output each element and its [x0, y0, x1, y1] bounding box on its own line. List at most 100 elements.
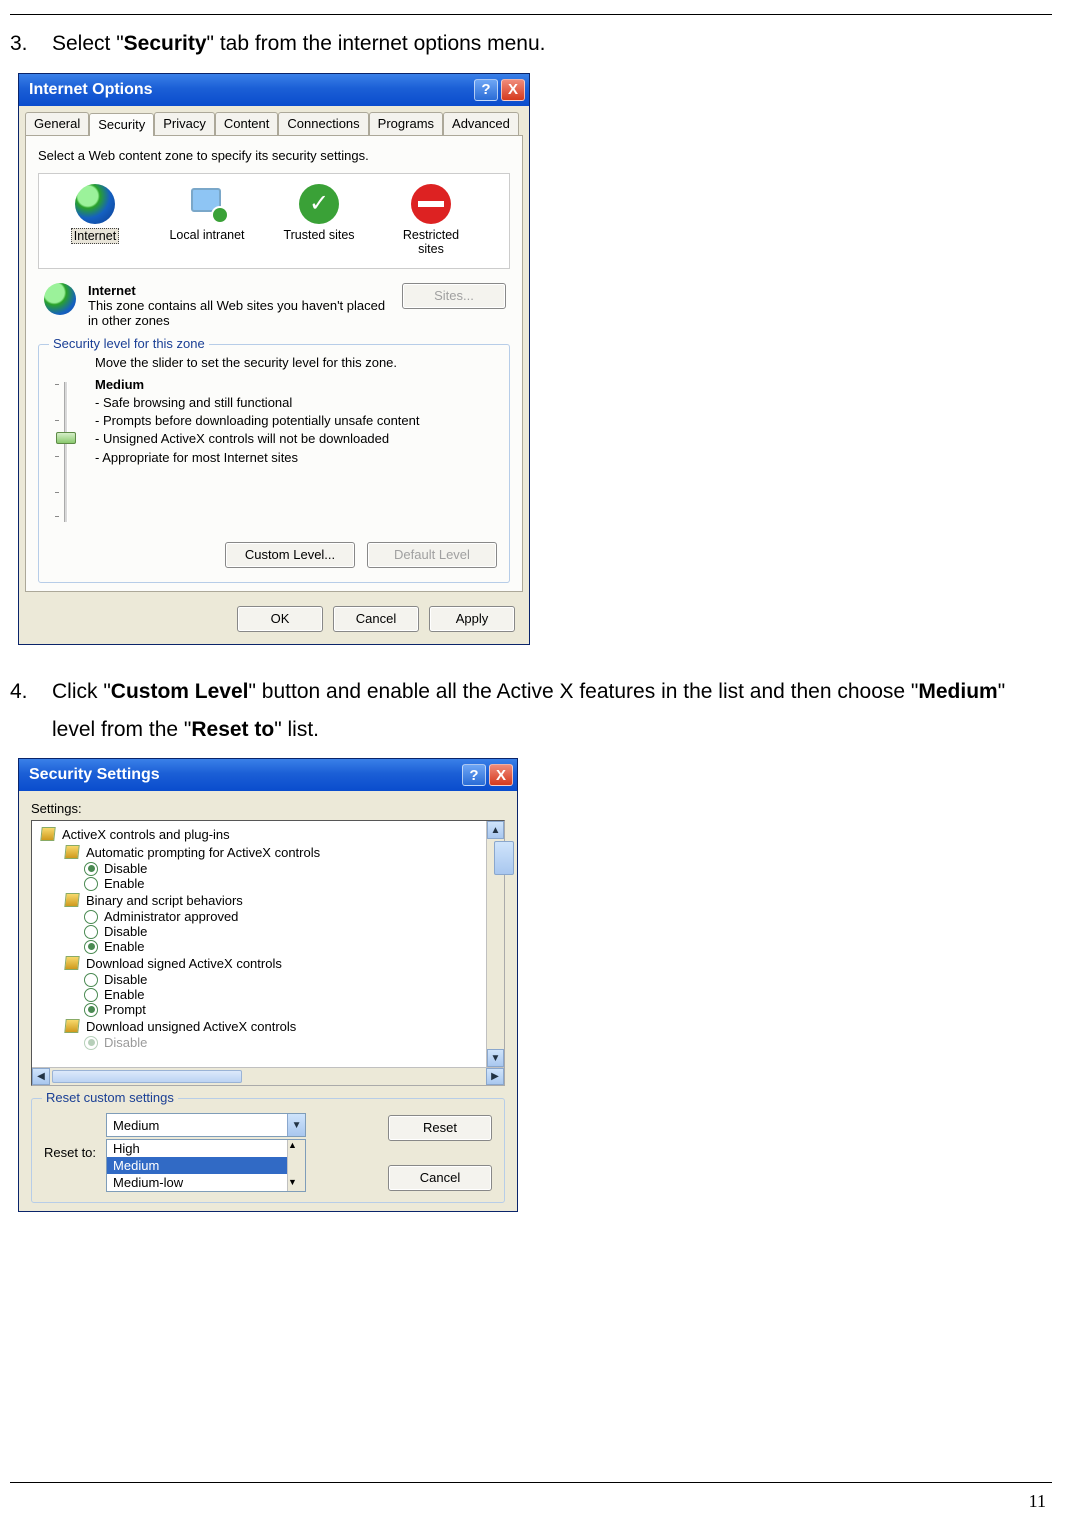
step-3-bold: Security	[124, 32, 207, 55]
sites-button[interactable]: Sites...	[402, 283, 506, 309]
tab-content[interactable]: Content	[215, 112, 279, 135]
tab-connections[interactable]: Connections	[278, 112, 368, 135]
opt-enable[interactable]: Enable	[38, 939, 502, 954]
internet-options-dialog: Internet Options ? X General Security Pr…	[18, 73, 530, 645]
s4-post: " list.	[274, 718, 319, 741]
zone-description: Internet This zone contains all Web site…	[38, 279, 510, 338]
help-button[interactable]: ?	[462, 764, 486, 786]
gear-icon	[64, 845, 79, 859]
zone-intranet-label: Local intranet	[167, 228, 246, 242]
opt-disable[interactable]: Disable	[38, 861, 502, 876]
security-panel: Select a Web content zone to specify its…	[25, 135, 523, 592]
step-3-pre: Select "	[52, 32, 124, 55]
step-3-post: " tab from the internet options menu.	[207, 32, 546, 55]
radio-icon	[84, 910, 98, 924]
opt-admin-approved[interactable]: Administrator approved	[38, 909, 502, 924]
scroll-thumb[interactable]	[494, 841, 514, 875]
step-4-number: 4.	[10, 673, 52, 749]
opt-disable[interactable]: Disable	[38, 924, 502, 939]
opt-disable[interactable]: Disable	[38, 972, 502, 987]
sub-download-unsigned: Download unsigned ActiveX controls	[38, 1017, 502, 1035]
scroll-down-icon[interactable]: ▼	[288, 1177, 305, 1191]
zone-restricted-label: Restricted sites	[389, 228, 473, 256]
scroll-up-icon[interactable]: ▲	[288, 1140, 305, 1154]
reset-to-dropdown[interactable]: High Medium Medium-low ▲ ▼	[106, 1139, 306, 1192]
custom-level-button[interactable]: Custom Level...	[225, 542, 355, 568]
gear-icon	[40, 827, 55, 841]
apply-button[interactable]: Apply	[429, 606, 515, 632]
gear-icon	[64, 956, 79, 970]
scroll-up-icon[interactable]: ▲	[487, 821, 504, 839]
group-legend: Security level for this zone	[49, 336, 209, 351]
level-name: Medium	[95, 376, 497, 394]
option-medium[interactable]: Medium	[107, 1157, 305, 1174]
close-button[interactable]: X	[489, 764, 513, 786]
titlebar[interactable]: Internet Options ? X	[19, 74, 529, 106]
tab-programs[interactable]: Programs	[369, 112, 443, 135]
cancel-button[interactable]: Cancel	[333, 606, 419, 632]
zone-instruction: Select a Web content zone to specify its…	[38, 148, 510, 163]
titlebar[interactable]: Security Settings ? X	[19, 759, 517, 791]
reset-to-value: Medium	[107, 1118, 287, 1133]
zone-desc-heading: Internet	[88, 283, 392, 298]
bullet-2: - Prompts before downloading potentially…	[95, 412, 497, 430]
zone-restricted-sites[interactable]: Restricted sites	[389, 184, 473, 256]
gear-icon	[64, 1019, 79, 1033]
dropdown-scrollbar[interactable]: ▲ ▼	[287, 1140, 305, 1191]
close-button[interactable]: X	[501, 79, 525, 101]
scroll-right-icon[interactable]: ▶	[486, 1068, 504, 1085]
chevron-down-icon[interactable]: ▼	[287, 1114, 305, 1136]
slider-hint: Move the slider to set the security leve…	[95, 355, 497, 370]
horizontal-scrollbar[interactable]: ◀ ▶	[32, 1067, 504, 1085]
tab-general[interactable]: General	[25, 112, 89, 135]
default-level-button[interactable]: Default Level	[367, 542, 497, 568]
option-high[interactable]: High	[107, 1140, 305, 1157]
help-button[interactable]: ?	[474, 79, 498, 101]
scroll-down-icon[interactable]: ▼	[487, 1049, 504, 1067]
bullet-1: - Safe browsing and still functional	[95, 394, 497, 412]
dialog-title: Internet Options	[29, 81, 153, 99]
zone-desc-text: This zone contains all Web sites you hav…	[88, 298, 392, 328]
tab-privacy[interactable]: Privacy	[154, 112, 215, 135]
no-entry-icon	[411, 184, 451, 224]
opt-disable-partial[interactable]: Disable	[38, 1035, 502, 1050]
dialog-buttons: OK Cancel Apply	[19, 598, 529, 644]
ok-button[interactable]: OK	[237, 606, 323, 632]
reset-legend: Reset custom settings	[42, 1090, 178, 1105]
settings-label: Settings:	[31, 801, 505, 816]
reset-to-combobox[interactable]: Medium ▼	[106, 1113, 306, 1137]
s4-bold2: Medium	[918, 680, 997, 703]
step-4-text: Click "Custom Level" button and enable a…	[52, 673, 1052, 749]
security-slider[interactable]	[51, 376, 81, 526]
tab-security[interactable]: Security	[89, 113, 154, 136]
scroll-left-icon[interactable]: ◀	[32, 1068, 50, 1085]
reset-button[interactable]: Reset	[388, 1115, 492, 1141]
check-icon: ✓	[299, 184, 339, 224]
s4-pre1: Click "	[52, 680, 111, 703]
option-medium-low[interactable]: Medium-low	[107, 1174, 305, 1191]
opt-prompt[interactable]: Prompt	[38, 1002, 502, 1017]
page-number: 11	[10, 1491, 1052, 1512]
scroll-thumb[interactable]	[52, 1070, 242, 1083]
zone-local-intranet[interactable]: Local intranet	[165, 184, 249, 256]
vertical-scrollbar[interactable]: ▲ ▼	[486, 821, 504, 1067]
opt-enable[interactable]: Enable	[38, 987, 502, 1002]
tab-advanced[interactable]: Advanced	[443, 112, 519, 135]
zone-trusted-sites[interactable]: ✓ Trusted sites	[277, 184, 361, 256]
opt-enable[interactable]: Enable	[38, 876, 502, 891]
settings-listbox[interactable]: ActiveX controls and plug-ins Automatic …	[31, 820, 505, 1086]
cancel-button[interactable]: Cancel	[388, 1165, 492, 1191]
zone-internet[interactable]: Internet	[53, 184, 137, 256]
tabs-strip: General Security Privacy Content Connect…	[19, 106, 529, 135]
zone-trusted-label: Trusted sites	[281, 228, 356, 242]
radio-icon	[84, 988, 98, 1002]
slider-thumb[interactable]	[56, 432, 76, 444]
radio-icon	[84, 1036, 98, 1050]
radio-icon	[84, 877, 98, 891]
zone-internet-label: Internet	[71, 228, 119, 244]
radio-icon	[84, 1003, 98, 1017]
zone-list: Internet Local intranet ✓ Trusted sites …	[38, 173, 510, 269]
s4-bold1: Custom Level	[111, 680, 249, 703]
reset-to-label: Reset to:	[44, 1145, 96, 1160]
gear-icon	[64, 893, 79, 907]
